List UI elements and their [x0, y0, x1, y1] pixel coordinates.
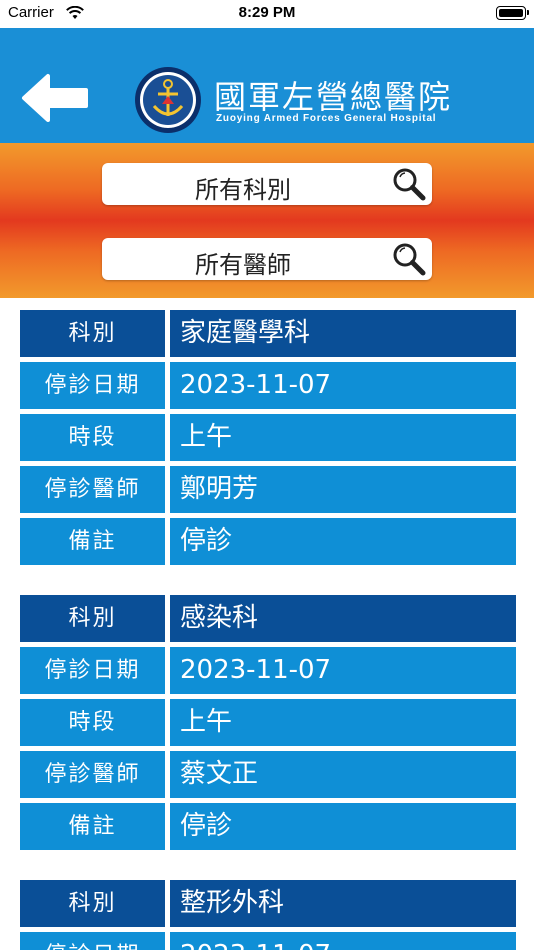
battery-icon [496, 6, 529, 20]
search-icon[interactable] [392, 167, 426, 201]
session-label: 時段 [20, 414, 165, 461]
date-row: 停診日期 2023-11-07 [20, 362, 516, 409]
note-label: 備註 [20, 803, 165, 850]
doctor-row: 停診醫師 蔡文正 [20, 751, 516, 798]
session-value: 上午 [170, 414, 516, 461]
search-icon[interactable] [392, 242, 426, 276]
department-filter-label: 所有科別 [195, 176, 291, 204]
hospital-name: 國軍左營總醫院 [214, 78, 453, 116]
department-value: 整形外科 [170, 880, 516, 927]
note-row: 備註 停診 [20, 803, 516, 850]
doctor-value: 蔡文正 [170, 751, 516, 798]
doctor-filter-label: 所有醫師 [195, 251, 291, 279]
note-value: 停診 [170, 803, 516, 850]
session-label: 時段 [20, 699, 165, 746]
doctor-row: 停診醫師 鄭明芳 [20, 466, 516, 513]
back-arrow-icon[interactable] [18, 68, 92, 128]
department-row: 科別 家庭醫學科 [20, 310, 516, 357]
filter-panel: 所有科別 所有醫師 [0, 143, 534, 298]
department-value: 家庭醫學科 [170, 310, 516, 357]
closure-list[interactable]: 科別 家庭醫學科 停診日期 2023-11-07 時段 上午 停診醫師 鄭明芳 … [0, 298, 534, 950]
date-label: 停診日期 [20, 362, 165, 409]
department-row: 科別 感染科 [20, 595, 516, 642]
department-label: 科別 [20, 310, 165, 357]
department-label: 科別 [20, 880, 165, 927]
hospital-name-english: Zuoying Armed Forces General Hospital [216, 113, 437, 124]
app-header: 國軍左營總醫院 Zuoying Armed Forces General Hos… [0, 28, 534, 143]
note-label: 備註 [20, 518, 165, 565]
session-row: 時段 上午 [20, 699, 516, 746]
department-row: 科別 整形外科 [20, 880, 516, 927]
date-row: 停診日期 2023-11-07 [20, 647, 516, 694]
department-value: 感染科 [170, 595, 516, 642]
doctor-filter[interactable]: 所有醫師 [102, 238, 432, 280]
date-label: 停診日期 [20, 647, 165, 694]
clock: 8:29 PM [238, 4, 296, 21]
session-row: 時段 上午 [20, 414, 516, 461]
doctor-label: 停診醫師 [20, 751, 165, 798]
date-value: 2023-11-07 [170, 932, 516, 950]
doctor-label: 停診醫師 [20, 466, 165, 513]
date-value: 2023-11-07 [170, 362, 516, 409]
date-label: 停診日期 [20, 932, 165, 950]
date-row: 停診日期 2023-11-07 [20, 932, 516, 950]
note-value: 停診 [170, 518, 516, 565]
department-label: 科別 [20, 595, 165, 642]
status-bar: Carrier 8:29 PM [0, 0, 534, 28]
hospital-logo: 國軍左營總醫院 Zuoying Armed Forces General Hos… [134, 66, 454, 134]
session-value: 上午 [170, 699, 516, 746]
doctor-value: 鄭明芳 [170, 466, 516, 513]
department-filter[interactable]: 所有科別 [102, 163, 432, 205]
note-row: 備註 停診 [20, 518, 516, 565]
anchor-emblem-icon [135, 67, 201, 133]
date-value: 2023-11-07 [170, 647, 516, 694]
